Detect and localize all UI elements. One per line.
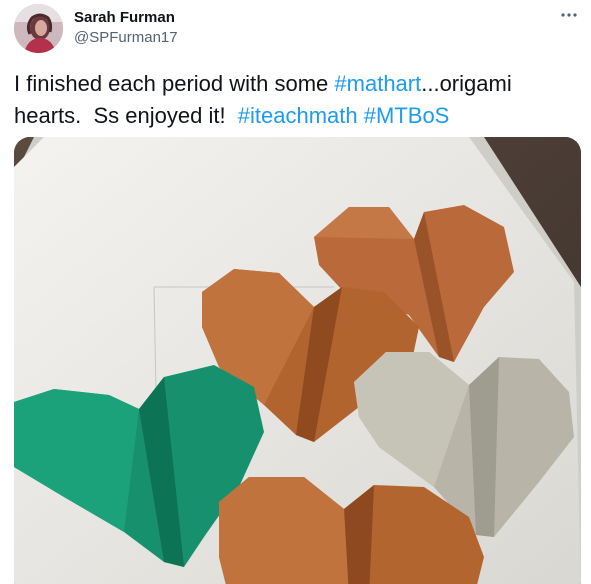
tweet-text-segment: hearts. Ss enjoyed it! [14,103,238,128]
tweet-photo[interactable] [14,137,581,584]
more-options-button[interactable] [555,4,583,26]
tweet: Sarah Furman @SPFurman17 I finished each… [0,0,591,584]
author-display-name[interactable]: Sarah Furman [74,9,175,26]
avatar[interactable] [14,4,63,53]
tweet-text-line-1: I finished each period with some #mathar… [14,68,579,100]
tweet-text-segment: ...origami [421,71,512,96]
hashtag-iteachmath[interactable]: #iteachmath [238,103,358,128]
tweet-text-line-2: hearts. Ss enjoyed it! #iteachmath #MTBo… [14,100,579,132]
hashtag-mathart[interactable]: #mathart [334,71,421,96]
author-handle[interactable]: @SPFurman17 [74,29,178,46]
avatar-image [14,4,63,53]
hashtag-mtbos[interactable]: #MTBoS [364,103,450,128]
more-horizontal-icon [561,13,577,17]
origami-hearts-photo [14,137,581,584]
tweet-text-segment: I finished each period with some [14,71,335,96]
tweet-text: I finished each period with some #mathar… [14,68,579,132]
